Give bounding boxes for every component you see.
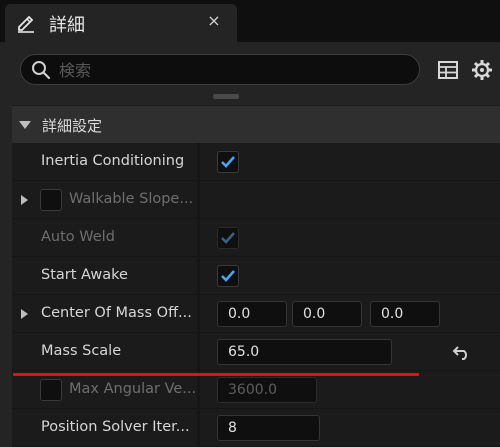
property-row-walkable-slope: Walkable Slope... bbox=[12, 181, 500, 219]
chevron-down-icon bbox=[19, 121, 31, 129]
tab-bar: 詳細 × bbox=[0, 0, 500, 42]
property-row-center-of-mass-offset: Center Of Mass Off... bbox=[12, 295, 500, 333]
start-awake-checkbox[interactable] bbox=[217, 265, 239, 287]
property-row-auto-weld: Auto Weld bbox=[12, 219, 500, 257]
property-label: Position Solver Iter... bbox=[41, 419, 190, 435]
search-box[interactable] bbox=[20, 54, 420, 85]
property-label: Auto Weld bbox=[41, 229, 115, 245]
checkmark-icon bbox=[221, 232, 235, 244]
inertia-conditioning-checkbox[interactable] bbox=[217, 151, 239, 173]
auto-weld-checkbox[interactable] bbox=[217, 227, 239, 249]
property-row-start-awake: Start Awake bbox=[12, 257, 500, 295]
property-label: Start Awake bbox=[41, 267, 128, 283]
reset-to-default-icon[interactable] bbox=[452, 343, 472, 361]
checkmark-icon bbox=[221, 156, 235, 168]
center-of-mass-z-field[interactable] bbox=[370, 301, 440, 327]
property-label: Center Of Mass Off... bbox=[41, 305, 192, 321]
property-row-position-solver-iteration: Position Solver Iter... bbox=[12, 409, 500, 447]
gear-icon[interactable] bbox=[469, 57, 495, 83]
property-row-max-angular-velocity: Max Angular Ve... bbox=[12, 371, 500, 409]
walkable-slope-override-checkbox[interactable] bbox=[40, 189, 62, 211]
section-header-advanced[interactable]: 詳細設定 bbox=[12, 105, 500, 143]
property-row-inertia-conditioning: Inertia Conditioning bbox=[12, 143, 500, 181]
center-of-mass-y-field[interactable] bbox=[292, 301, 362, 327]
search-icon bbox=[32, 61, 51, 80]
max-angular-velocity-field[interactable] bbox=[217, 377, 317, 403]
property-label: Max Angular Ve... bbox=[69, 381, 197, 397]
property-label: Inertia Conditioning bbox=[41, 153, 185, 169]
chevron-right-icon[interactable] bbox=[20, 194, 29, 206]
property-label: Walkable Slope... bbox=[69, 191, 194, 207]
scroll-handle[interactable] bbox=[213, 94, 239, 99]
property-row-mass-scale: Mass Scale bbox=[12, 333, 500, 371]
section-title: 詳細設定 bbox=[42, 117, 103, 135]
details-tab[interactable]: 詳細 × bbox=[5, 4, 237, 42]
search-input[interactable] bbox=[59, 58, 399, 82]
center-of-mass-x-field[interactable] bbox=[217, 301, 287, 327]
tab-title: 詳細 bbox=[49, 15, 85, 36]
position-solver-iteration-field[interactable] bbox=[217, 415, 320, 441]
close-icon[interactable]: × bbox=[203, 10, 225, 32]
chevron-right-icon[interactable] bbox=[20, 308, 29, 320]
pencil-icon bbox=[18, 15, 34, 33]
table-view-icon[interactable] bbox=[435, 57, 461, 83]
mass-scale-field[interactable] bbox=[217, 339, 392, 365]
highlight-underline bbox=[13, 373, 419, 376]
checkmark-icon bbox=[221, 270, 235, 282]
max-angular-velocity-override-checkbox[interactable] bbox=[40, 379, 62, 401]
property-list: Inertia Conditioning Walkable Slope... A… bbox=[12, 143, 500, 447]
property-label: Mass Scale bbox=[41, 343, 122, 359]
